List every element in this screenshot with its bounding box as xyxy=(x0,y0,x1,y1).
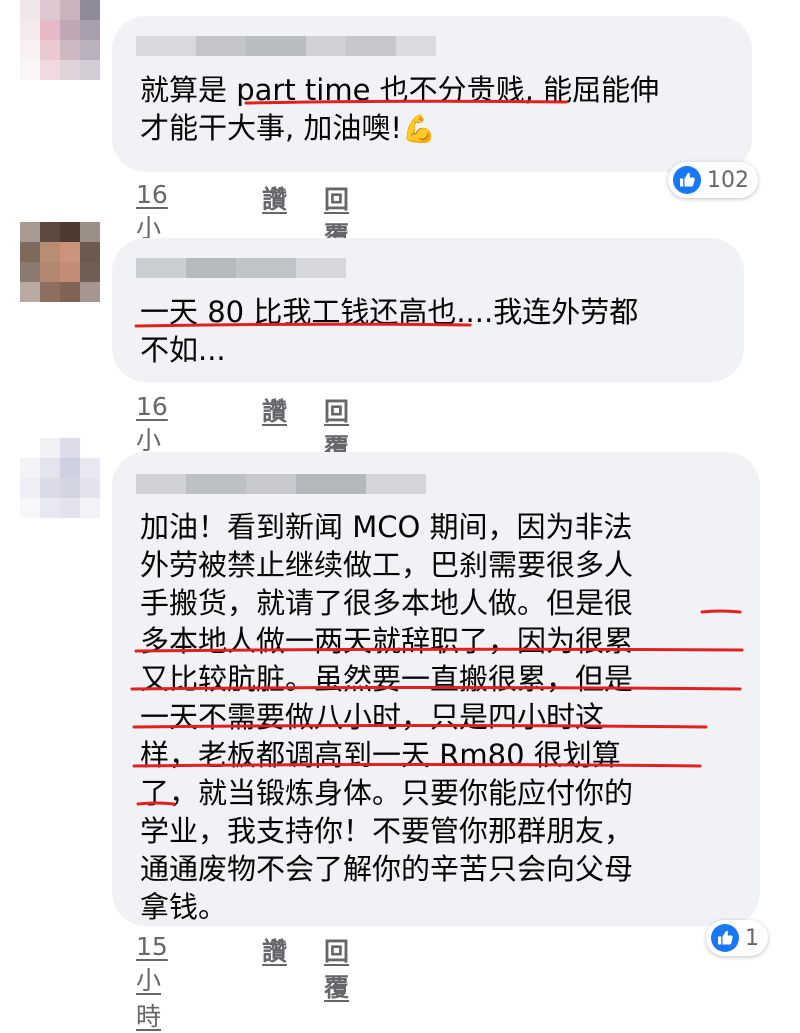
like-thumb-icon xyxy=(673,166,701,194)
like-button[interactable]: 讚 xyxy=(262,392,287,428)
like-button[interactable]: 讚 xyxy=(262,180,287,216)
like-thumb-icon xyxy=(711,924,739,952)
commenter-avatar[interactable] xyxy=(20,0,100,80)
comment-bubble: 加油！看到新闻 MCO 期间，因为非法 外劳被禁止继续做工，巴刹需要很多人 手搬… xyxy=(112,452,760,926)
commenter-name-redacted[interactable] xyxy=(136,474,426,494)
reply-button[interactable]: 回覆 xyxy=(324,932,349,1004)
commenter-name-redacted[interactable] xyxy=(136,36,436,56)
flexed-biceps-icon: 💪 xyxy=(402,114,436,145)
reaction-count-label: 1 xyxy=(745,925,759,951)
comment-text: 就算是 part time 也不分贵贱, 能屈能伸 才能干大事, 加油噢!💪 xyxy=(140,73,660,145)
reaction-count[interactable]: 1 xyxy=(706,920,768,956)
comment-bubble: 就算是 part time 也不分贵贱, 能屈能伸 才能干大事, 加油噢!💪 xyxy=(112,16,752,172)
comment-text: 加油！看到新闻 MCO 期间，因为非法 外劳被禁止继续做工，巴刹需要很多人 手搬… xyxy=(140,510,634,924)
commenter-avatar[interactable] xyxy=(20,438,100,518)
comment-text: 一天 80 比我工钱还高也....我连外劳都 不如... xyxy=(140,295,639,367)
reaction-count[interactable]: 102 xyxy=(668,162,758,198)
like-button[interactable]: 讚 xyxy=(262,932,287,968)
commenter-name-redacted[interactable] xyxy=(136,258,346,278)
comment-bubble: 一天 80 比我工钱还高也....我连外劳都 不如... xyxy=(112,238,744,382)
reaction-count-label: 102 xyxy=(707,167,749,193)
commenter-avatar[interactable] xyxy=(20,222,100,302)
